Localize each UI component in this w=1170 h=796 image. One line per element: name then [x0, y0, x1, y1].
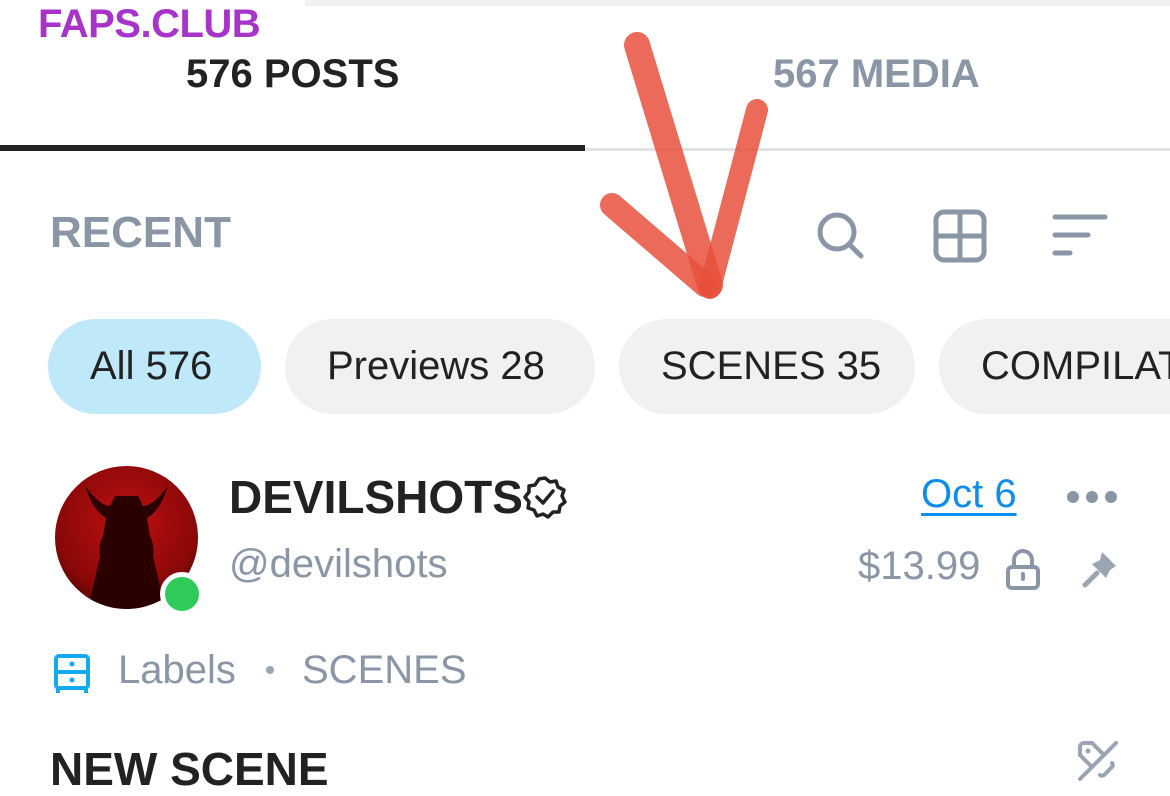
chip-compilations[interactable]: COMPILAT	[939, 319, 1170, 414]
tab-posts[interactable]: 576 POSTS	[186, 52, 399, 97]
author-handle[interactable]: @devilshots	[229, 542, 447, 587]
labels-drawer-icon	[54, 654, 90, 693]
post-date-link[interactable]: Oct 6	[921, 472, 1017, 517]
pin-icon[interactable]	[1080, 548, 1120, 590]
active-tab-indicator	[0, 145, 585, 151]
lock-icon	[1006, 549, 1040, 590]
chip-scenes[interactable]: SCENES 35	[619, 319, 915, 414]
chip-previews[interactable]: Previews 28	[285, 319, 595, 414]
post-price: $13.99	[858, 544, 981, 588]
sort-icon[interactable]	[1050, 205, 1110, 265]
section-title[interactable]: RECENT	[50, 208, 231, 258]
labels-label[interactable]: Labels	[118, 648, 236, 693]
post-title: NEW SCENE	[50, 743, 329, 795]
author-name[interactable]: DEVILSHOTS	[229, 470, 523, 524]
separator-dot	[266, 666, 274, 674]
tab-divider	[585, 148, 1170, 151]
chip-all[interactable]: All 576	[48, 319, 261, 414]
verified-badge-icon	[523, 476, 567, 519]
grid-view-icon[interactable]	[930, 205, 990, 265]
top-strip	[305, 0, 1170, 6]
more-options-icon[interactable]	[1066, 488, 1118, 506]
online-indicator	[160, 572, 204, 616]
watermark: FAPS.CLUB	[38, 2, 261, 46]
search-icon[interactable]	[810, 205, 870, 265]
label-scenes[interactable]: SCENES	[302, 648, 467, 693]
tab-media[interactable]: 567 MEDIA	[773, 52, 980, 97]
tag-off-icon[interactable]	[1074, 737, 1120, 783]
